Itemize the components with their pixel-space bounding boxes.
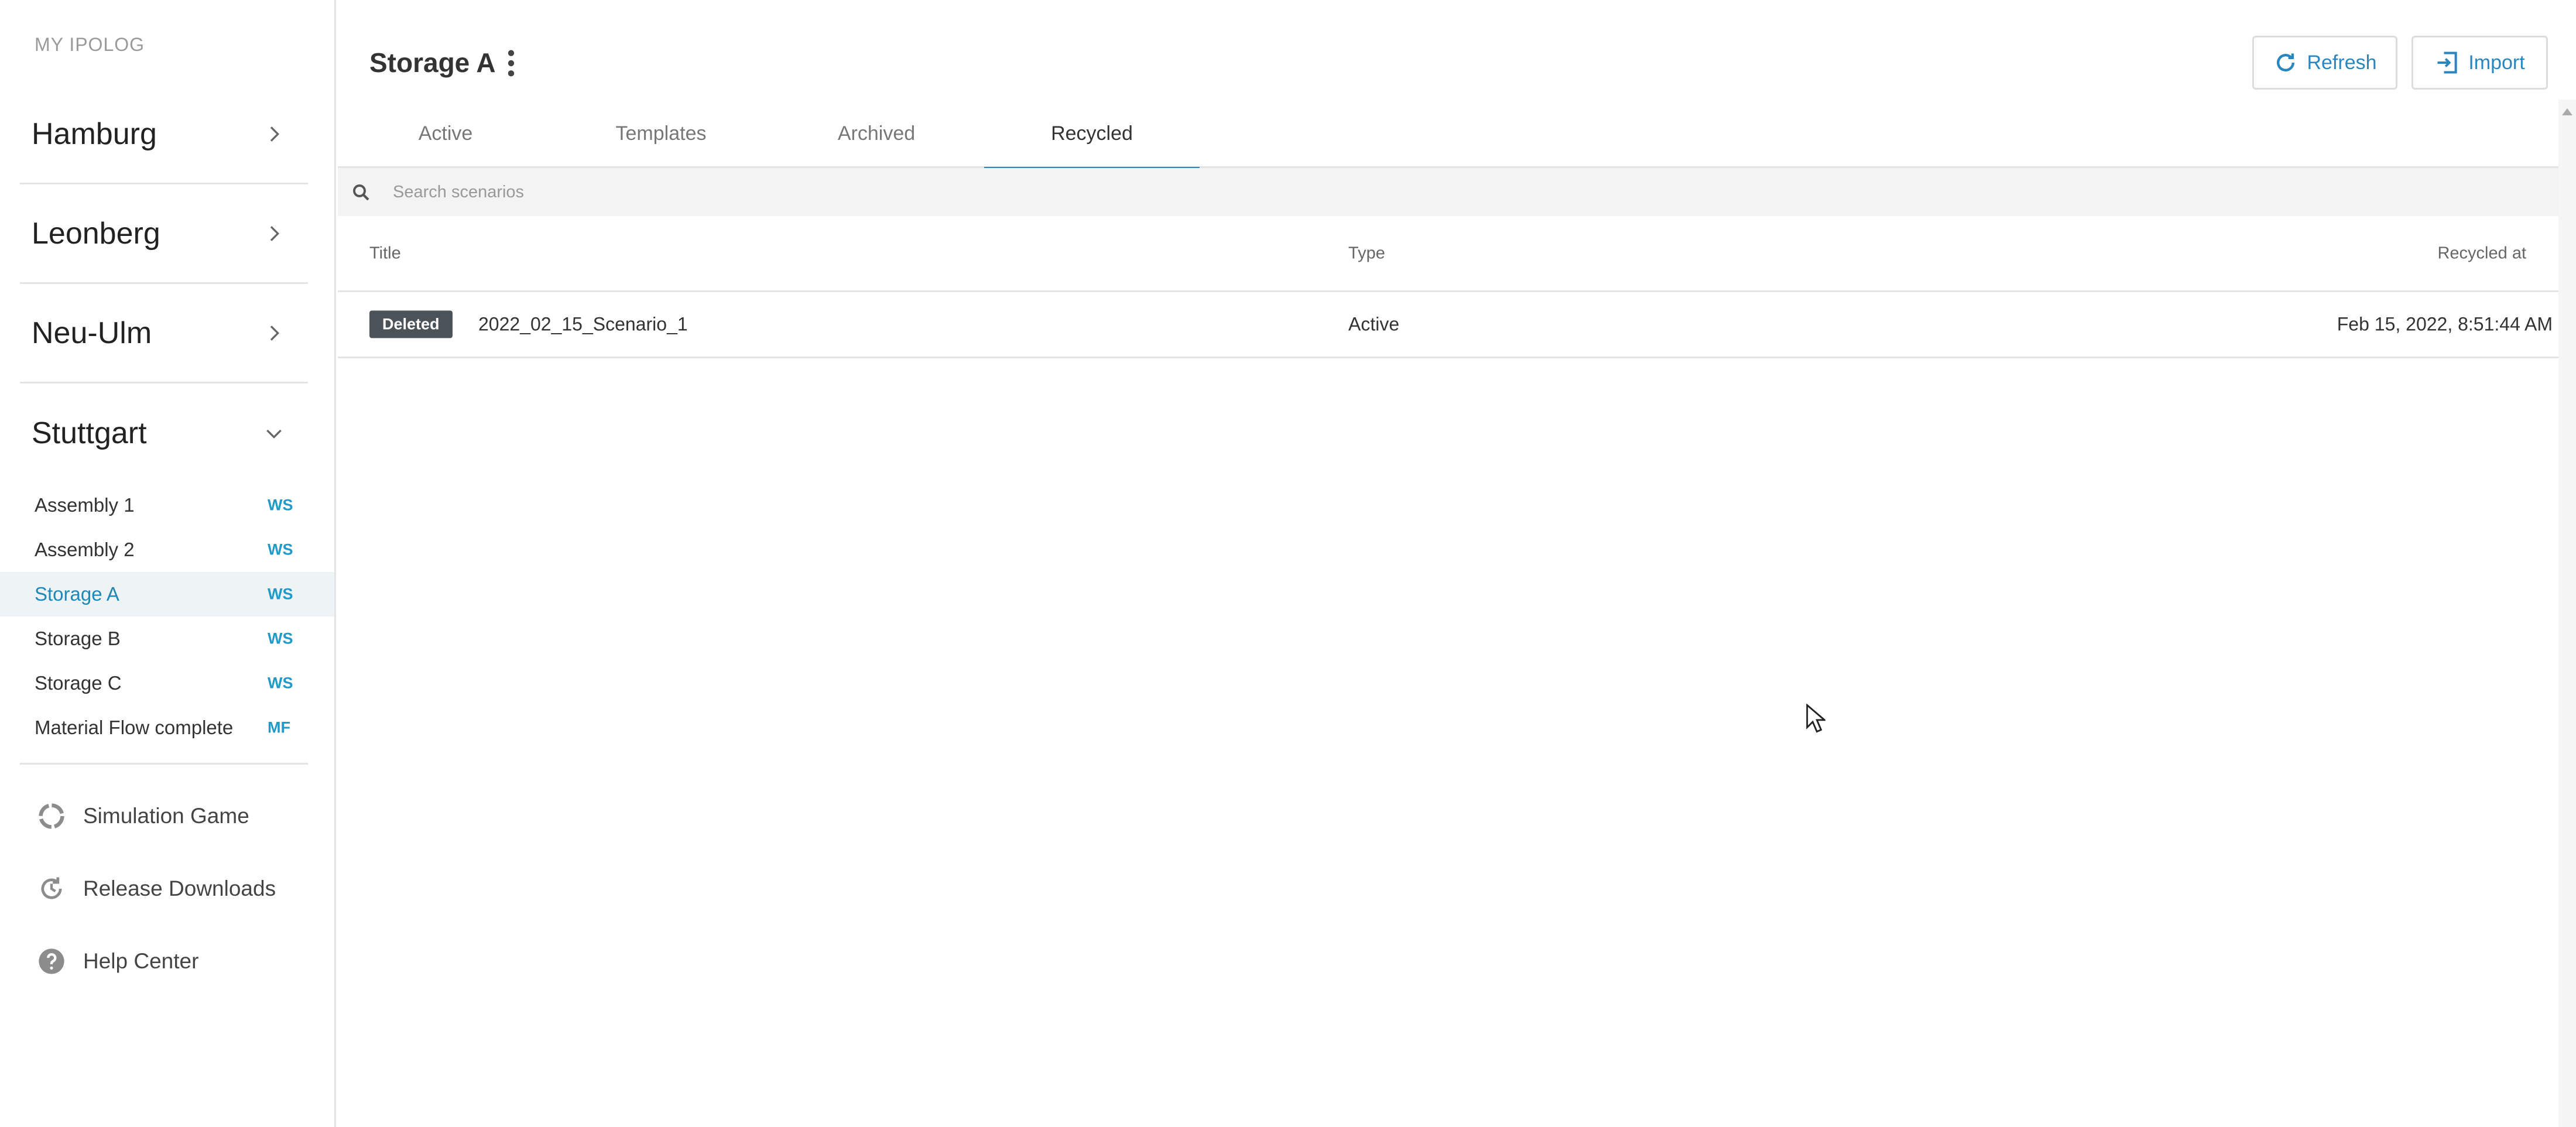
- sidebar-item-label: Material Flow complete: [35, 717, 234, 738]
- site-label: Stuttgart: [32, 416, 147, 450]
- scenario-recycled-at: Feb 15, 2022, 8:51:44 AM: [2337, 313, 2553, 335]
- tab-archived[interactable]: Archived: [769, 100, 984, 168]
- help-icon: [39, 948, 64, 974]
- chevron-right-icon: [270, 225, 280, 241]
- workspace-badge: WS: [268, 585, 293, 603]
- site-item-stuttgart[interactable]: Stuttgart: [20, 383, 308, 483]
- sidebar-divider: [20, 763, 308, 765]
- site-label: Hamburg: [32, 117, 157, 151]
- tab-active[interactable]: Active: [338, 100, 553, 168]
- sidebar-item-storage-a[interactable]: Storage A WS: [0, 572, 334, 616]
- site-label: Leonberg: [32, 216, 160, 251]
- brand-label: MY IPOLOG: [35, 34, 145, 55]
- column-header-recycled-at[interactable]: Recycled at: [2437, 244, 2526, 263]
- site-item-neu-ulm[interactable]: Neu-Ulm: [20, 284, 308, 383]
- refresh-icon: [2277, 53, 2295, 72]
- sidebar-item-label: Storage A: [35, 583, 119, 605]
- vertical-scrollbar[interactable]: [2558, 100, 2576, 1127]
- scenario-table: Title Type Recycled at Deleted 2022_02_1…: [338, 216, 2558, 358]
- table-row[interactable]: Deleted 2022_02_15_Scenario_1 Active Feb…: [338, 292, 2558, 358]
- import-label: Import: [2468, 51, 2525, 74]
- chevron-right-icon: [270, 325, 280, 341]
- sidebar-item-label: Assembly 1: [35, 494, 135, 516]
- workspace-badge: WS: [268, 496, 293, 514]
- sidebar-item-label: Storage B: [35, 628, 121, 649]
- sidebar-item-label: Simulation Game: [83, 804, 249, 828]
- page-title: Storage A: [369, 47, 496, 78]
- history-icon: [41, 877, 62, 899]
- scroll-up-arrow[interactable]: [2562, 108, 2572, 115]
- sidebar-item-material-flow-complete[interactable]: Material Flow complete MF: [0, 705, 334, 750]
- search-icon: [353, 184, 369, 201]
- sidebar-item-label: Assembly 2: [35, 539, 135, 560]
- search-input[interactable]: [393, 177, 1271, 207]
- sidebar-item-label: Release Downloads: [83, 876, 276, 900]
- site-item-leonberg[interactable]: Leonberg: [20, 184, 308, 284]
- sidebar-item-help-center[interactable]: Help Center: [0, 929, 334, 994]
- sidebar-item-label: Storage C: [35, 672, 122, 694]
- sidebar-item-assembly-2[interactable]: Assembly 2 WS: [0, 527, 334, 572]
- deleted-status-badge: Deleted: [369, 310, 453, 338]
- refresh-label: Refresh: [2307, 51, 2377, 74]
- app-window: MY IPOLOG Hamburg Leonberg Neu-Ulm Stutt…: [0, 0, 2576, 1127]
- chevron-right-icon: [270, 126, 280, 142]
- circle-segments-icon: [39, 803, 64, 829]
- import-icon: [2437, 52, 2457, 74]
- scenario-type: Active: [1348, 313, 1400, 335]
- mouse-cursor-icon: [1806, 704, 1825, 733]
- column-header-type[interactable]: Type: [1348, 244, 1385, 263]
- sidebar-item-release-downloads[interactable]: Release Downloads: [0, 857, 334, 921]
- material-flow-badge: MF: [268, 718, 290, 737]
- sidebar-item-label: Help Center: [83, 949, 199, 973]
- more-vert-icon[interactable]: [502, 48, 520, 78]
- scenario-tabs: Active Templates Archived Recycled: [338, 100, 2576, 170]
- sidebar: MY IPOLOG Hamburg Leonberg Neu-Ulm Stutt…: [0, 0, 336, 1127]
- sidebar-item-simulation-game[interactable]: Simulation Game: [0, 784, 334, 848]
- scenario-title: 2022_02_15_Scenario_1: [478, 313, 688, 335]
- main-content: Storage A Refresh Import Active Template…: [338, 0, 2576, 1127]
- search-bar: [338, 168, 2558, 216]
- site-label: Neu-Ulm: [32, 316, 152, 350]
- tab-recycled[interactable]: Recycled: [984, 100, 1200, 170]
- column-header-title[interactable]: Title: [369, 244, 401, 263]
- sidebar-item-storage-b[interactable]: Storage B WS: [0, 616, 334, 661]
- table-header: Title Type Recycled at: [338, 216, 2558, 292]
- workspace-badge: WS: [268, 540, 293, 559]
- sidebar-item-storage-c[interactable]: Storage C WS: [0, 661, 334, 705]
- chevron-down-icon: [266, 429, 282, 439]
- workspace-badge: WS: [268, 674, 293, 692]
- site-item-hamburg[interactable]: Hamburg: [20, 85, 308, 184]
- import-button[interactable]: Import: [2411, 36, 2548, 90]
- refresh-button[interactable]: Refresh: [2252, 36, 2397, 90]
- tab-templates[interactable]: Templates: [553, 100, 769, 168]
- sidebar-item-assembly-1[interactable]: Assembly 1 WS: [0, 483, 334, 527]
- workspace-badge: WS: [268, 629, 293, 648]
